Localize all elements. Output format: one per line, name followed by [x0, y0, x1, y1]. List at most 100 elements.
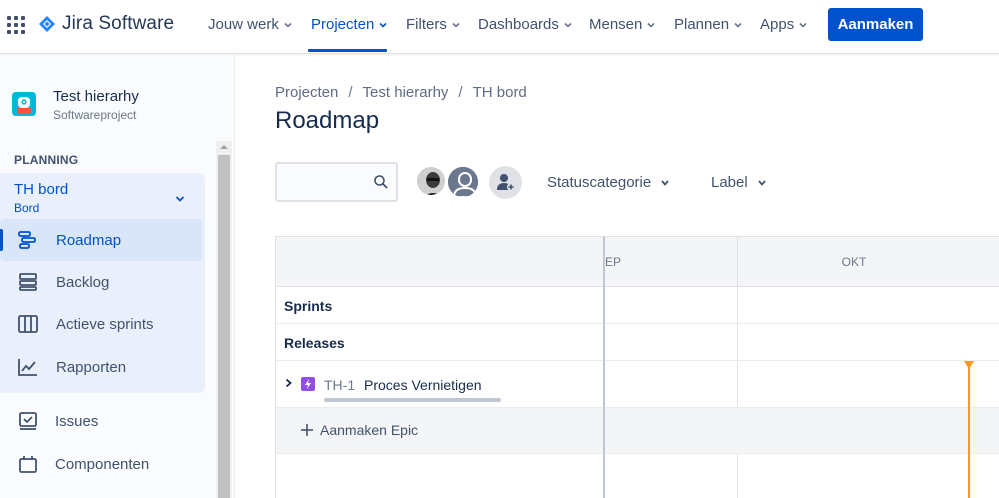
create-epic-row: Aanmaken Epic [276, 408, 999, 454]
chevron-down-icon [379, 22, 387, 28]
nav-dashboards[interactable]: Dashboards [478, 16, 573, 33]
month-header-sep: EP [605, 237, 737, 287]
nav-mensen[interactable]: Mensen [589, 16, 656, 33]
project-name[interactable]: Test hierarhy [53, 88, 139, 105]
epic-progress-bar [324, 398, 501, 402]
sidebar-item-backlog[interactable]: Backlog [0, 261, 202, 303]
month-header-okt: OKT [738, 237, 999, 287]
nav-apps[interactable]: Apps [760, 16, 808, 33]
board-columns-icon [18, 315, 38, 333]
board-subtitle: Bord [14, 201, 40, 215]
breadcrumb-separator: / [348, 84, 353, 101]
breadcrumb-projects[interactable]: Projecten [275, 84, 338, 101]
sprints-row: Sprints [276, 287, 999, 324]
planning-section-label: PLANNING [14, 153, 79, 167]
chevron-down-icon [758, 179, 766, 186]
search-icon [374, 175, 388, 189]
nav-projecten[interactable]: Projecten [311, 16, 388, 33]
chevron-down-icon[interactable] [174, 193, 186, 205]
chevron-down-icon [647, 22, 655, 28]
sidebar: Test hierarhy Softwareproject PLANNING T… [0, 55, 235, 498]
breadcrumb: Projecten / Test hierarhy / TH bord [275, 84, 527, 101]
nav-filters[interactable]: Filters [406, 16, 461, 33]
create-button[interactable]: Aanmaken [828, 8, 923, 41]
board-group: TH bord Bord Roadmap Backlog Actieve spr… [0, 173, 205, 393]
sidebar-item-label: Componenten [55, 455, 150, 473]
issues-icon [19, 412, 37, 430]
nav-label: Apps [760, 16, 795, 33]
sidebar-item-label: Issues [55, 412, 99, 430]
nav-plannen[interactable]: Plannen [674, 16, 743, 33]
search-box[interactable] [275, 162, 398, 202]
app-name: Jira Software [62, 13, 175, 34]
sidebar-item-label: Roadmap [56, 231, 122, 249]
sidebar-item-roadmap[interactable]: Roadmap [0, 219, 202, 261]
month-label: OKT [841, 254, 867, 269]
epic-key[interactable]: TH-1 [324, 377, 355, 393]
list-timeline-divider[interactable] [603, 237, 605, 498]
releases-row: Releases [276, 324, 999, 361]
breadcrumb-board[interactable]: TH bord [473, 84, 527, 101]
scroll-up-arrow-icon[interactable] [219, 141, 229, 153]
nav-label: Plannen [674, 16, 730, 33]
sidebar-scrollbar[interactable] [216, 141, 232, 498]
filter-label: Label [711, 174, 748, 191]
chevron-down-icon [284, 22, 292, 28]
robot-icon [12, 92, 36, 116]
user-avatar-default[interactable] [446, 165, 480, 199]
search-input[interactable] [283, 172, 369, 192]
create-epic-button[interactable]: Aanmaken Epic [300, 422, 418, 438]
plus-icon [301, 424, 313, 436]
sidebar-item-components[interactable]: Componenten [0, 443, 202, 485]
sidebar-item-active-sprints[interactable]: Actieve sprints [0, 303, 202, 345]
create-epic-label: Aanmaken Epic [320, 422, 419, 438]
breadcrumb-project[interactable]: Test hierarhy [363, 84, 449, 101]
chevron-down-icon [661, 179, 669, 186]
components-icon [19, 456, 37, 473]
sidebar-item-label: Backlog [56, 273, 110, 291]
chevron-right-icon[interactable] [284, 378, 293, 388]
sidebar-item-issues[interactable]: Issues [0, 400, 202, 442]
sidebar-item-reports[interactable]: Rapporten [0, 346, 202, 388]
filter-label: Statuscategorie [547, 174, 652, 191]
sidebar-item-label: Rapporten [56, 358, 127, 376]
user-avatar-photo[interactable] [415, 165, 447, 197]
today-line [968, 367, 970, 498]
chevron-down-icon [452, 22, 460, 28]
active-nav-indicator [308, 49, 387, 52]
scrollbar-thumb[interactable] [218, 155, 230, 498]
epic-lightning-icon [301, 377, 315, 391]
roadmap-icon [18, 231, 36, 249]
active-item-indicator [0, 229, 3, 251]
month-label: EP [605, 254, 622, 269]
add-person-icon [497, 174, 515, 191]
chevron-down-icon [564, 22, 572, 28]
project-type: Softwareproject [53, 108, 137, 122]
breadcrumb-separator: / [458, 84, 463, 101]
epic-name[interactable]: Proces Vernietigen [364, 377, 482, 393]
jira-logo[interactable]: Jira Software [38, 13, 174, 35]
nav-jouw-werk[interactable]: Jouw werk [208, 16, 293, 33]
roadmap-grid: EP OKT Sprints Releases TH-1 Proces Vern… [275, 236, 999, 498]
add-person-button[interactable] [489, 166, 522, 199]
person-icon [448, 167, 478, 197]
sidebar-item-label: Actieve sprints [56, 315, 154, 333]
nav-label: Mensen [589, 16, 643, 33]
board-title[interactable]: TH bord [14, 181, 68, 198]
label-filter[interactable]: Label [711, 174, 767, 191]
page-title: Roadmap [275, 107, 380, 134]
roadmap-header-left [276, 237, 604, 287]
sprints-row-label: Sprints [284, 298, 333, 314]
nav-label: Dashboards [478, 16, 559, 33]
reports-chart-icon [18, 359, 37, 376]
nav-label: Projecten [311, 16, 375, 33]
epic-row[interactable]: TH-1 Proces Vernietigen [276, 361, 999, 408]
top-navigation: Jira Software Jouw werk Projecten Filter… [0, 0, 999, 54]
app-switcher-icon[interactable] [7, 16, 25, 34]
jira-diamond-icon [39, 16, 55, 32]
chevron-down-icon [734, 22, 742, 28]
project-avatar[interactable] [12, 92, 36, 116]
nav-label: Jouw werk [208, 16, 279, 33]
status-category-filter[interactable]: Statuscategorie [547, 174, 670, 191]
user-photo-icon [417, 167, 445, 195]
